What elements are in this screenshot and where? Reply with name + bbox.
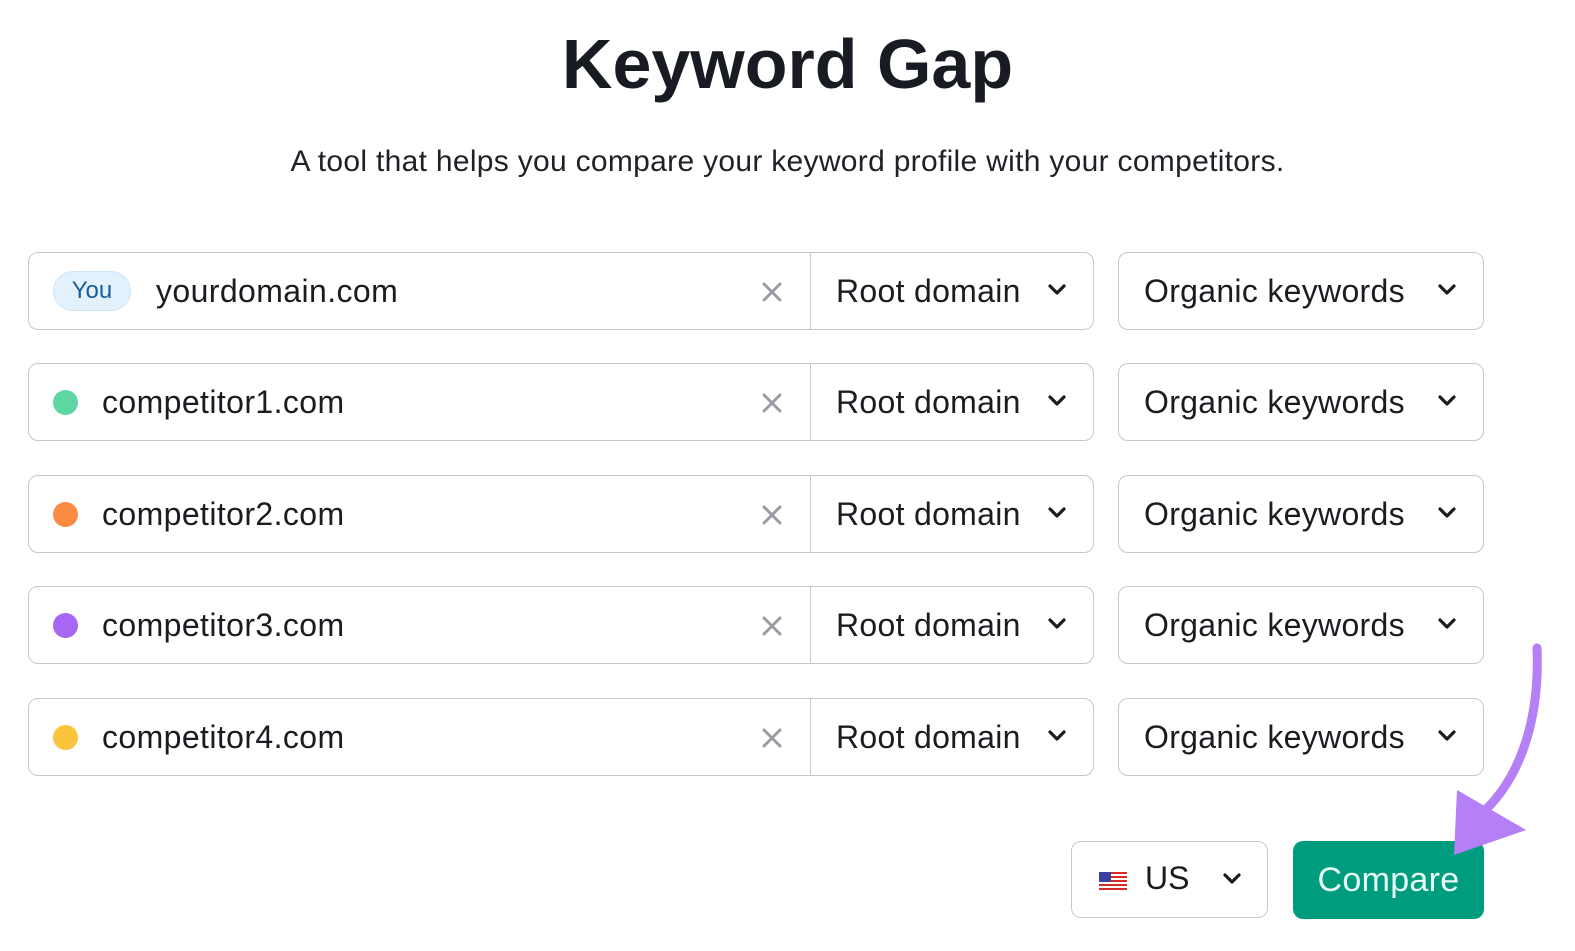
keyword-type-select[interactable]: Organic keywords (1118, 363, 1484, 441)
domain-field-you[interactable]: You yourdomain.com (29, 253, 811, 329)
chevron-down-icon (1438, 395, 1456, 406)
competitor-color-dot (53, 389, 78, 415)
country-label: US (1145, 860, 1190, 896)
close-icon (762, 728, 782, 748)
domain-input-value[interactable]: competitor1.com (102, 384, 345, 421)
chevron-down-icon (1438, 284, 1456, 295)
compare-button[interactable]: Compare (1293, 841, 1484, 919)
competitor-color-dot (53, 724, 78, 750)
competitor-color-dot (53, 612, 78, 638)
domain-type-label: Root domain (836, 495, 1021, 532)
us-flag-icon (1099, 872, 1127, 891)
domain-type-select[interactable]: Root domain (811, 476, 1093, 552)
country-select[interactable]: US (1071, 841, 1268, 918)
keyword-type-label: Organic keywords (1144, 606, 1405, 643)
domain-input-group: competitor4.com Root domain (28, 698, 1094, 776)
close-icon (762, 505, 782, 525)
domain-type-select[interactable]: Root domain (811, 587, 1093, 663)
domain-input-group: competitor2.com Root domain (28, 475, 1094, 553)
page-subtitle: A tool that helps you compare your keywo… (290, 145, 1285, 178)
chevron-down-icon (1048, 507, 1066, 518)
domain-type-label: Root domain (836, 383, 1021, 420)
keyword-type-label: Organic keywords (1144, 718, 1405, 755)
keyword-type-label: Organic keywords (1144, 495, 1405, 532)
chevron-down-icon (1438, 730, 1456, 741)
chevron-down-icon (1048, 395, 1066, 406)
chevron-down-icon (1048, 284, 1066, 295)
close-icon (762, 282, 782, 302)
domain-input-group: competitor1.com Root domain (28, 363, 1094, 441)
chevron-down-icon (1048, 730, 1066, 741)
you-badge: You (53, 271, 131, 311)
keyword-type-label: Organic keywords (1144, 272, 1405, 309)
keyword-type-select[interactable]: Organic keywords (1118, 475, 1484, 553)
domain-input-value[interactable]: competitor2.com (102, 496, 345, 533)
domain-field-competitor[interactable]: competitor4.com (29, 699, 811, 775)
domain-field-competitor[interactable]: competitor2.com (29, 476, 811, 552)
domain-type-label: Root domain (836, 718, 1021, 755)
domain-input-value[interactable]: yourdomain.com (156, 273, 398, 310)
clear-domain-button[interactable] (757, 723, 787, 753)
chevron-down-icon (1438, 507, 1456, 518)
clear-domain-button[interactable] (757, 277, 787, 307)
domain-type-select[interactable]: Root domain (811, 253, 1093, 329)
close-icon (762, 393, 782, 413)
domain-input-group: competitor3.com Root domain (28, 586, 1094, 664)
domain-type-select[interactable]: Root domain (811, 699, 1093, 775)
domain-type-label: Root domain (836, 606, 1021, 643)
domain-input-value[interactable]: competitor3.com (102, 607, 345, 644)
domain-input-group: You yourdomain.com Root domain (28, 252, 1094, 330)
chevron-down-icon (1438, 618, 1456, 629)
keyword-type-select[interactable]: Organic keywords (1118, 586, 1484, 664)
domain-type-select[interactable]: Root domain (811, 364, 1093, 440)
domain-field-competitor[interactable]: competitor1.com (29, 364, 811, 440)
close-icon (762, 616, 782, 636)
domain-input-value[interactable]: competitor4.com (102, 719, 345, 756)
keyword-type-select[interactable]: Organic keywords (1118, 252, 1484, 330)
chevron-down-icon (1048, 618, 1066, 629)
competitor-color-dot (53, 501, 78, 527)
clear-domain-button[interactable] (757, 388, 787, 418)
page-title: Keyword Gap (561, 25, 1014, 103)
domain-field-competitor[interactable]: competitor3.com (29, 587, 811, 663)
chevron-down-icon (1223, 873, 1241, 884)
clear-domain-button[interactable] (757, 500, 787, 530)
clear-domain-button[interactable] (757, 611, 787, 641)
keyword-type-select[interactable]: Organic keywords (1118, 698, 1484, 776)
domain-type-label: Root domain (836, 272, 1021, 309)
keyword-type-label: Organic keywords (1144, 383, 1405, 420)
